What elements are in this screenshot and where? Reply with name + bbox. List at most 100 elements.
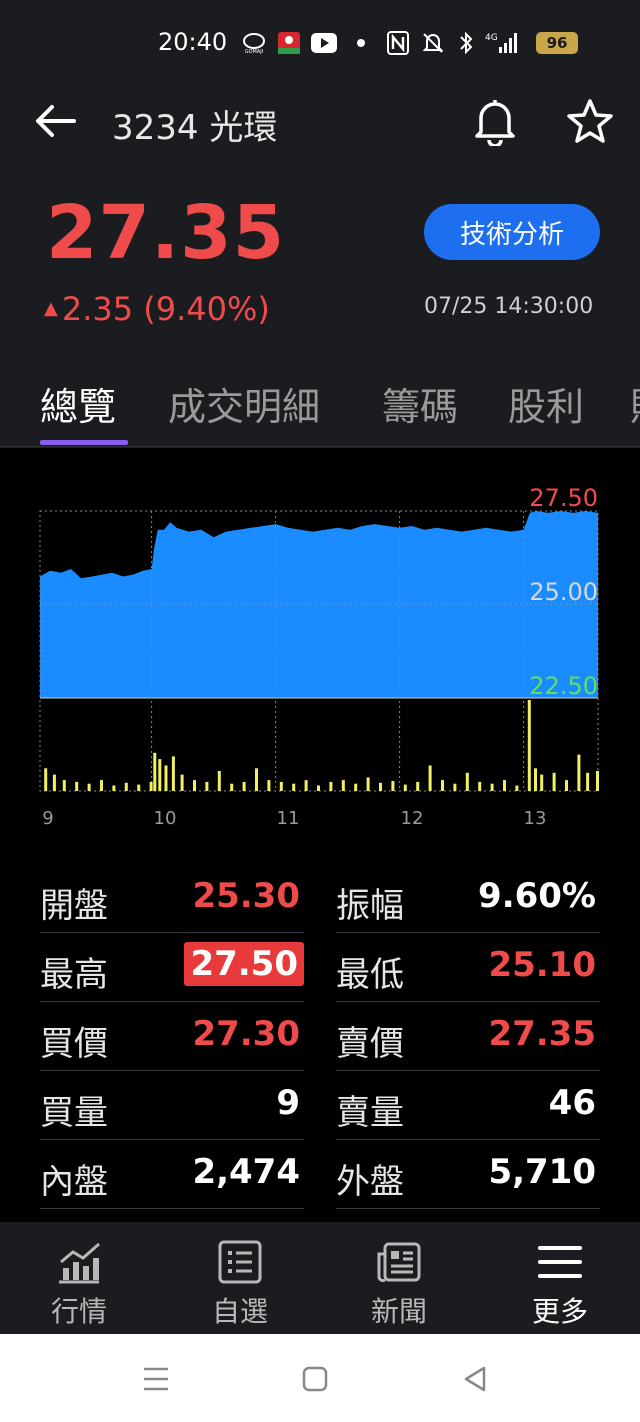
volume-bar (304, 780, 308, 791)
tab-chips[interactable]: 籌碼 (382, 376, 458, 431)
stat-value: 5,710 (488, 1152, 596, 1192)
volume-bar (100, 780, 103, 791)
stat-value: 27.50 (184, 942, 304, 986)
back-nav-icon[interactable] (462, 1366, 488, 1392)
bottom-navigation: 行情 自選 新聞 更多 (0, 1222, 640, 1334)
stat-bid: 買價 27.30 (40, 1002, 304, 1071)
news-icon (377, 1242, 421, 1283)
menu-icon (538, 1246, 582, 1278)
volume-bar (279, 781, 283, 791)
stat-inner-volume: 內盤 2,474 (40, 1140, 304, 1209)
stat-open: 開盤 25.30 (40, 864, 304, 933)
price-change-text: 2.35 (9.40%) (61, 290, 270, 328)
system-navigation-bar (0, 1334, 640, 1422)
volume-bar (428, 765, 432, 791)
volume-bar (44, 768, 48, 792)
alert-button[interactable] (472, 96, 518, 148)
quote-timestamp: 07/25 14:30:00 (424, 294, 594, 319)
volume-bar (292, 783, 296, 791)
stat-value: 25.30 (192, 876, 300, 916)
tab-financials[interactable]: 財 (630, 376, 640, 431)
red-app-icon (276, 30, 302, 56)
volume-bar (158, 759, 162, 791)
volume-bar (441, 780, 444, 791)
volume-bar (453, 783, 457, 791)
up-triangle-icon: ▲ (44, 298, 58, 319)
recents-icon[interactable] (142, 1366, 170, 1392)
tab-overview[interactable]: 總覽 (40, 376, 116, 431)
stat-amplitude: 振幅 9.60% (336, 864, 600, 933)
tab-bar: 總覽 成交明細 籌碼 股利 財 (0, 374, 640, 448)
battery-indicator: 96 (536, 32, 578, 54)
x-tick-12: 12 (401, 808, 424, 829)
nav-watchlist[interactable]: 自選 (185, 1238, 295, 1328)
volume-bar (180, 774, 184, 791)
intraday-chart[interactable]: 27.50 25.00 22.50 9 10 11 12 13 (0, 480, 640, 830)
back-button[interactable] (34, 104, 78, 138)
price-label-low: 22.50 (529, 672, 598, 700)
list-icon (218, 1240, 262, 1284)
stat-label: 最低 (336, 955, 404, 995)
nav-label: 新聞 (370, 1295, 427, 1328)
volume-bar (62, 780, 66, 791)
dot-icon (354, 30, 368, 56)
volume-bar (527, 700, 531, 791)
nav-quotes[interactable]: 行情 (24, 1238, 134, 1328)
technical-analysis-button[interactable]: 技術分析 (424, 204, 600, 260)
volume-bar (354, 783, 358, 791)
stat-ask: 賣價 27.35 (336, 1002, 600, 1071)
x-tick-13: 13 (524, 808, 547, 829)
nav-more[interactable]: 更多 (505, 1238, 615, 1328)
nav-label: 更多 (531, 1295, 588, 1328)
tab-trade-details[interactable]: 成交明細 (168, 376, 320, 431)
volume-bar (596, 771, 599, 791)
stat-label: 買量 (40, 1093, 108, 1133)
volume-bar (478, 781, 482, 791)
volume-bar (416, 781, 420, 791)
price-change: ▲ 2.35 (9.40%) (44, 290, 270, 328)
stat-label: 外盤 (336, 1162, 404, 1202)
home-icon[interactable] (302, 1366, 328, 1392)
stat-label: 開盤 (40, 886, 108, 926)
favorite-button[interactable] (566, 98, 614, 144)
youtube-icon (310, 30, 338, 56)
volume-bar (403, 784, 407, 791)
chart-icon (59, 1242, 100, 1284)
volume-bar (391, 781, 395, 791)
stat-value: 2,474 (192, 1152, 300, 1192)
status-bar: 20:40 GOMAJI 4G 96 (0, 0, 640, 86)
bell-icon (475, 100, 515, 148)
signal-4g-icon: 4G (484, 30, 522, 56)
stat-label: 賣量 (336, 1093, 404, 1133)
current-price: 27.35 (46, 190, 286, 276)
stat-value: 25.10 (488, 945, 596, 985)
volume-bar (552, 772, 556, 791)
volume-bar (75, 781, 79, 791)
stat-low: 最低 25.10 (336, 933, 600, 1002)
stat-label: 振幅 (336, 886, 404, 926)
nav-news[interactable]: 新聞 (344, 1238, 454, 1328)
volume-bar (149, 781, 153, 791)
volume-bar (465, 772, 469, 791)
volume-bar (540, 774, 544, 791)
tab-indicator (40, 440, 128, 445)
volume-bar (379, 782, 382, 791)
stat-value: 46 (548, 1083, 596, 1123)
gomaji-app-icon: GOMAJI (240, 30, 268, 56)
bluetooth-icon (456, 30, 476, 56)
volume-bar (171, 756, 175, 791)
volume-bar (366, 777, 370, 792)
price-area (40, 511, 598, 698)
x-tick-11: 11 (277, 808, 300, 829)
volume-bar (153, 752, 157, 791)
volume-bar (586, 772, 590, 791)
tab-dividends[interactable]: 股利 (508, 376, 584, 431)
x-tick-10: 10 (154, 808, 177, 829)
stat-value: 9 (276, 1083, 300, 1123)
x-tick-9: 9 (42, 808, 53, 829)
stat-value: 27.35 (488, 1014, 596, 1054)
nav-label: 自選 (211, 1295, 268, 1328)
volume-bar (112, 785, 116, 791)
volume-bar (267, 780, 271, 791)
volume-bar (205, 781, 209, 791)
